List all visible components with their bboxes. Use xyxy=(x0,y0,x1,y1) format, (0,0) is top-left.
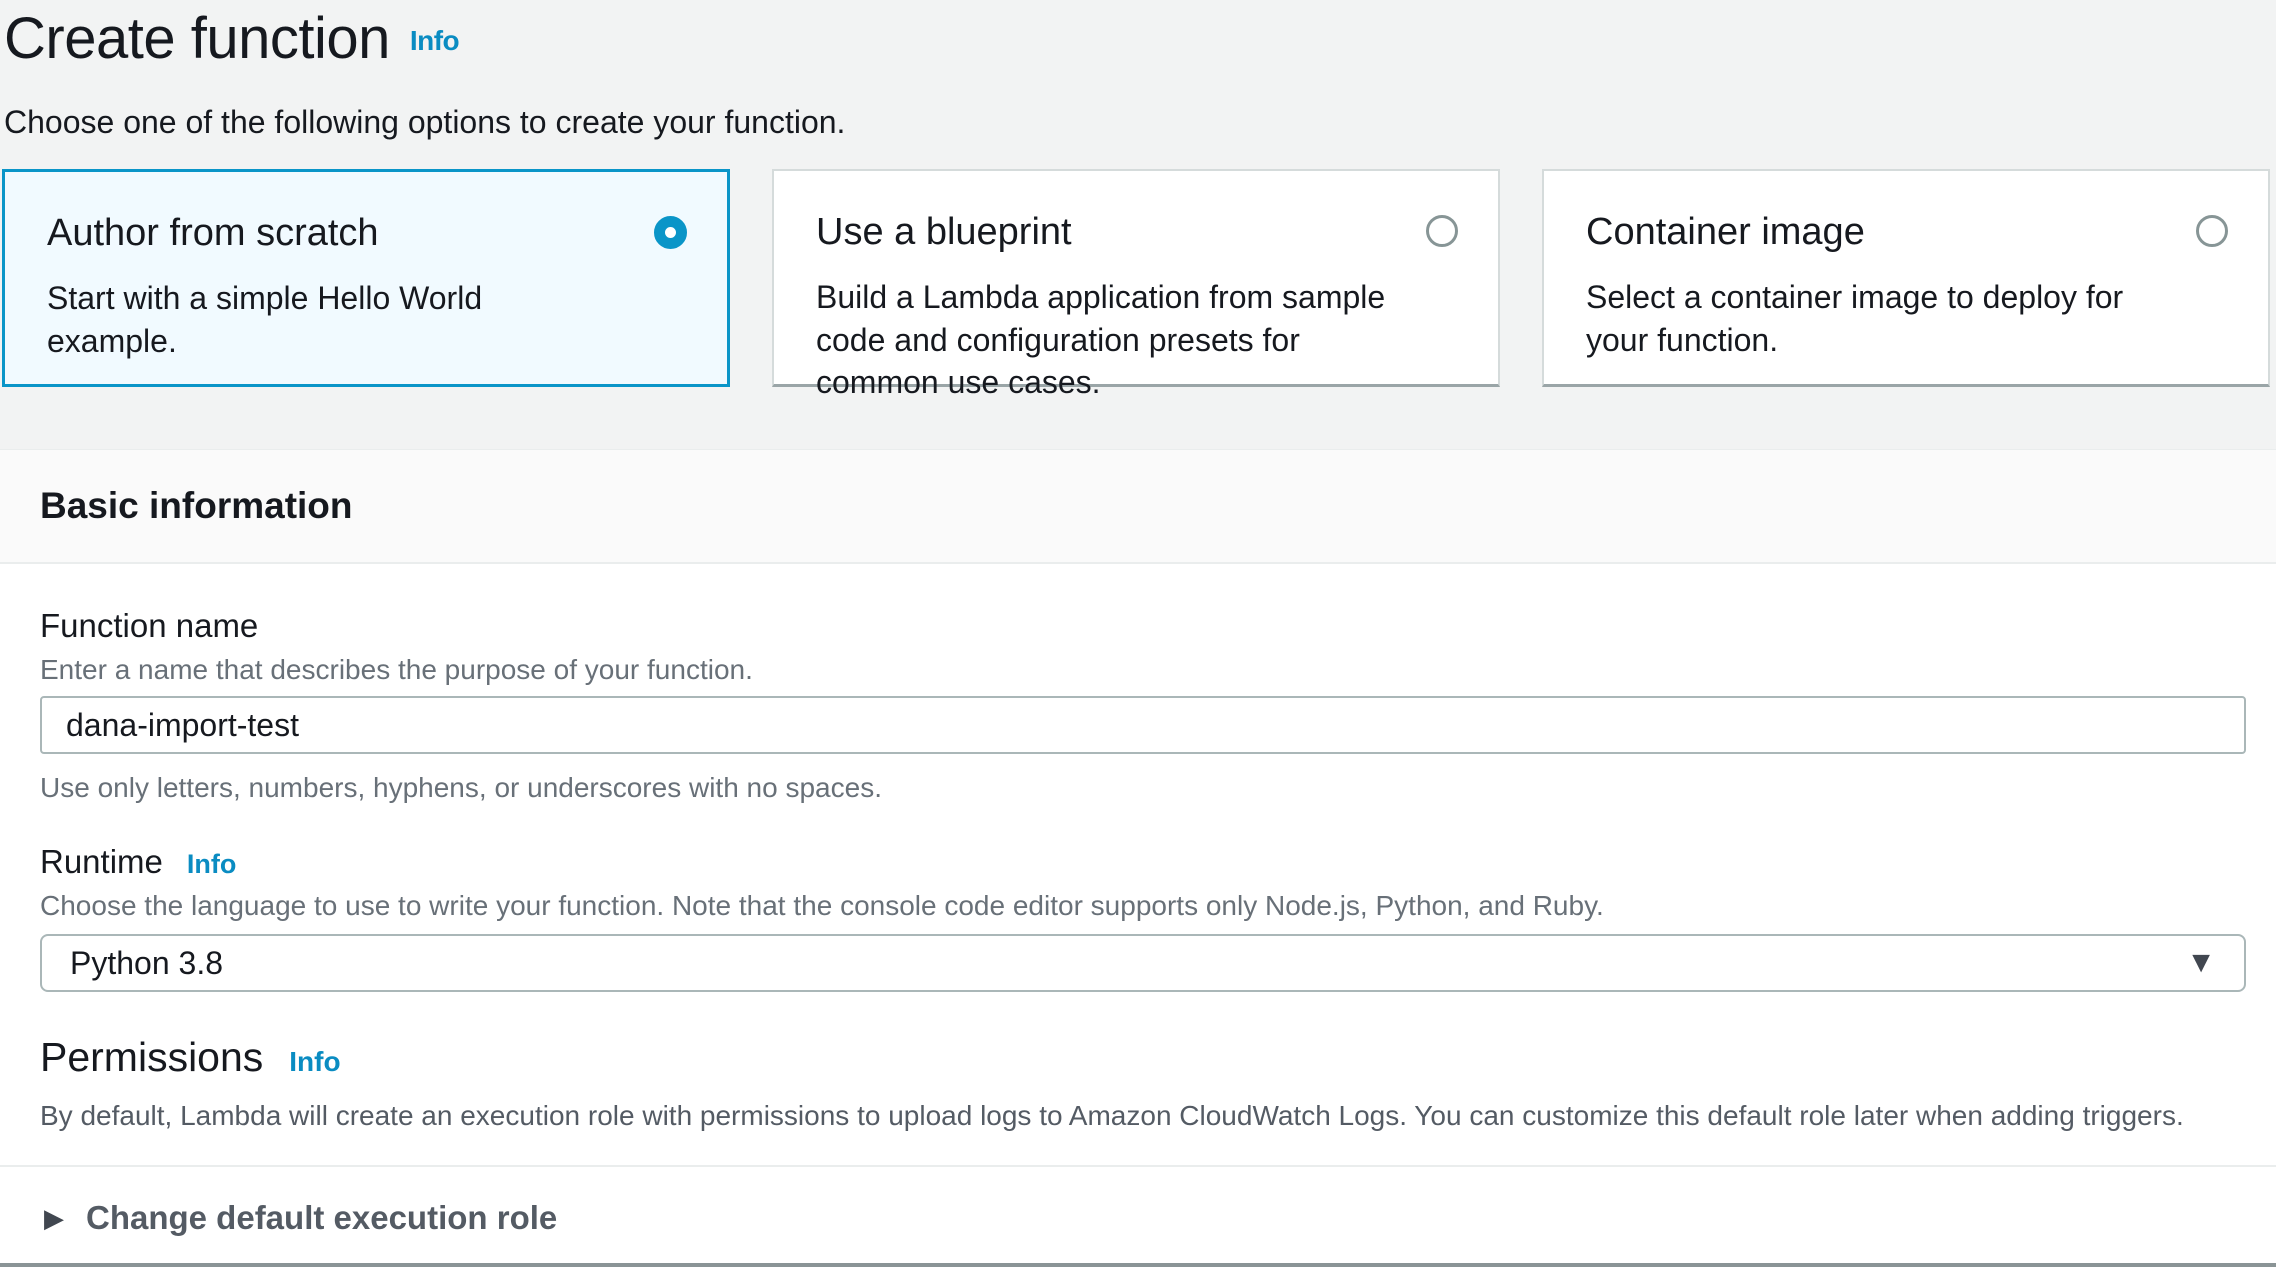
basic-information-header: Basic information xyxy=(0,450,2276,565)
card-title: Author from scratch xyxy=(47,212,617,256)
permissions-info-link[interactable]: Info xyxy=(289,1046,340,1078)
chevron-down-icon: ▼ xyxy=(2186,948,2216,978)
card-title: Use a blueprint xyxy=(816,211,1388,255)
card-description: Build a Lambda application from sample c… xyxy=(816,276,1388,403)
permissions-section: Permissions Info By default, Lambda will… xyxy=(40,1034,2246,1133)
execution-role-expander[interactable]: ▶ Change default execution role xyxy=(0,1167,2276,1263)
bottom-divider xyxy=(0,1263,2276,1267)
function-name-field-group: Function name Enter a name that describe… xyxy=(40,608,2246,804)
function-name-description: Enter a name that describes the purpose … xyxy=(40,654,2246,686)
card-title: Container image xyxy=(1586,211,2158,255)
runtime-description: Choose the language to use to write your… xyxy=(40,890,2246,922)
option-card-author-from-scratch[interactable]: Author from scratch Start with a simple … xyxy=(2,169,730,387)
execution-role-expander-label: Change default execution role xyxy=(86,1199,557,1237)
basic-information-body: Function name Enter a name that describe… xyxy=(0,564,2276,1133)
runtime-selected-value: Python 3.8 xyxy=(70,945,223,982)
runtime-select[interactable]: Python 3.8 ▼ xyxy=(40,934,2246,992)
permissions-heading: Permissions xyxy=(40,1034,263,1081)
basic-information-panel: Basic information Function name Enter a … xyxy=(0,449,2276,1267)
radio-unselected-icon[interactable] xyxy=(2196,215,2228,247)
page-title-text: Create function xyxy=(4,6,390,71)
function-name-constraint: Use only letters, numbers, hyphens, or u… xyxy=(40,772,2246,804)
page-header: Create function Info Choose one of the fo… xyxy=(0,0,2276,141)
runtime-field-group: Runtime Info Choose the language to use … xyxy=(40,844,2246,992)
permissions-description: By default, Lambda will create an execut… xyxy=(40,1099,2246,1133)
function-name-input[interactable] xyxy=(40,696,2246,754)
card-description: Select a container image to deploy for y… xyxy=(1586,276,2158,360)
caret-right-icon: ▶ xyxy=(44,1205,64,1231)
card-description: Start with a simple Hello World example. xyxy=(47,277,617,361)
page-title: Create function Info xyxy=(4,4,2276,74)
option-card-use-a-blueprint[interactable]: Use a blueprint Build a Lambda applicati… xyxy=(772,169,1500,387)
radio-selected-icon[interactable] xyxy=(654,216,687,249)
title-info-link[interactable]: Info xyxy=(410,25,459,56)
runtime-info-link[interactable]: Info xyxy=(187,849,236,880)
creation-option-cards: Author from scratch Start with a simple … xyxy=(2,169,2270,387)
option-card-container-image[interactable]: Container image Select a container image… xyxy=(1542,169,2270,387)
basic-information-heading: Basic information xyxy=(40,485,2236,528)
runtime-label: Runtime xyxy=(40,844,163,880)
function-name-label: Function name xyxy=(40,608,2246,644)
page-subtitle: Choose one of the following options to c… xyxy=(4,104,2276,141)
radio-unselected-icon[interactable] xyxy=(1426,215,1458,247)
